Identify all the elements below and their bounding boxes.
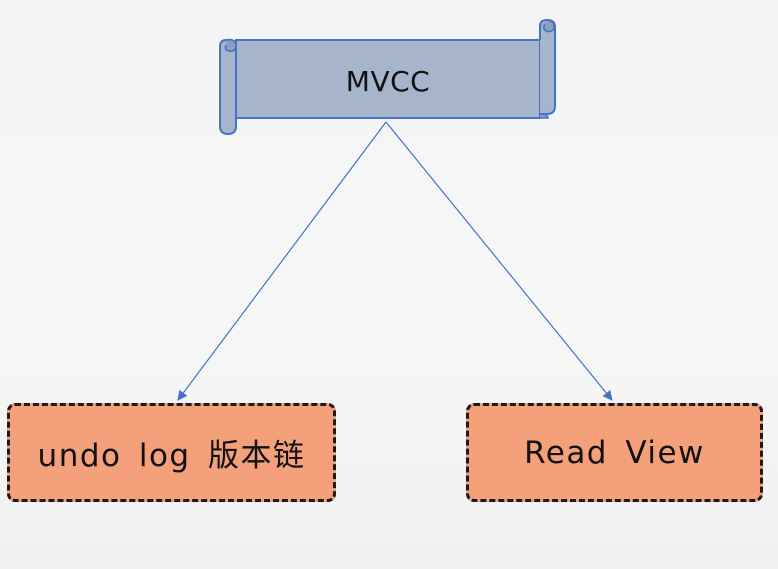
edge-mvcc-to-read-view (385, 121, 613, 401)
undo-log-version-chain-box: undo log 版本链 (7, 403, 336, 502)
mvcc-label: MVCC (345, 64, 431, 98)
undo-log-version-chain-label: undo log 版本链 (37, 438, 306, 474)
read-view-box: Read View (466, 403, 763, 502)
read-view-label: Read View (524, 434, 705, 471)
edge-mvcc-to-undo-log (177, 121, 387, 401)
